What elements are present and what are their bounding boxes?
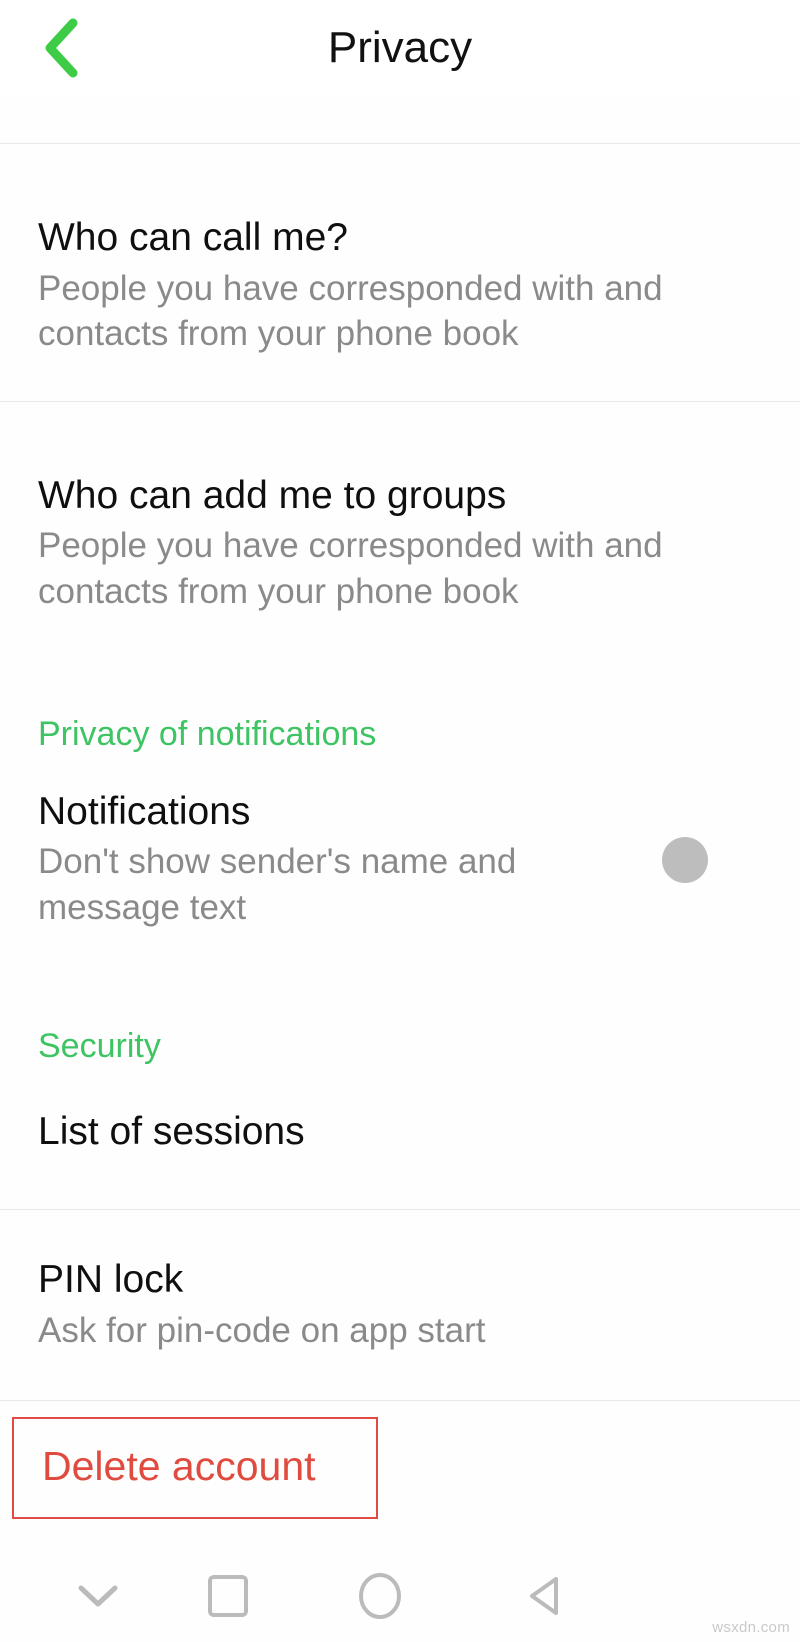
back-nav-button[interactable] — [504, 1555, 588, 1639]
notifications-toggle-knob[interactable] — [662, 837, 708, 884]
delete-account-container: Delete account — [0, 1401, 800, 1519]
page-title: Privacy — [327, 22, 473, 72]
chevron-left-icon — [40, 17, 82, 79]
chevron-down-icon — [76, 1581, 120, 1614]
watermark: wsxdn.com — [712, 1619, 790, 1636]
section-header-security: Security — [38, 1027, 161, 1066]
home-button[interactable] — [338, 1555, 422, 1639]
row-title: Notifications — [38, 789, 251, 833]
row-subtitle: People you have corresponded with and co… — [38, 526, 663, 611]
circle-icon — [358, 1572, 402, 1623]
list-item-who-can-add-me-to-groups[interactable]: Who can add me to groups People you have… — [0, 401, 800, 659]
section-header-privacy-of-notifications: Privacy of notifications — [38, 715, 377, 754]
list-item-who-can-call-me[interactable]: Who can call me? People you have corresp… — [0, 144, 800, 401]
square-icon — [207, 1574, 249, 1621]
row-title: Who can add me to groups — [38, 473, 507, 517]
settings-list: Blocked contacts Who can call me? People… — [0, 95, 800, 1519]
row-subtitle: Ask for pin-code on app start — [38, 1311, 486, 1351]
list-item-notifications[interactable]: Notifications Don't show sender's name a… — [0, 753, 800, 971]
row-text-block: Notifications Don't show sender's name a… — [38, 790, 642, 931]
row-subtitle: Don't show sender's name and message tex… — [38, 842, 517, 927]
list-item-blocked-contacts[interactable]: Blocked contacts — [0, 95, 800, 143]
list-item-pin-lock[interactable]: PIN lock Ask for pin-code on app start — [0, 1210, 800, 1400]
recents-button[interactable] — [186, 1555, 270, 1639]
triangle-left-icon — [523, 1573, 569, 1622]
app-header: Privacy — [0, 0, 800, 95]
back-button[interactable] — [28, 15, 94, 81]
row-title: PIN lock — [38, 1258, 184, 1302]
hide-keyboard-button[interactable] — [56, 1555, 140, 1639]
system-navigation-bar — [0, 1552, 800, 1642]
row-title: Who can call me? — [38, 216, 348, 259]
row-title: Blocked contacts — [38, 95, 333, 99]
row-subtitle: People you have corresponded with and co… — [38, 268, 663, 354]
row-title: List of sessions — [38, 1109, 305, 1153]
delete-account-button[interactable]: Delete account — [12, 1416, 378, 1519]
list-item-list-of-sessions[interactable]: List of sessions — [0, 1065, 800, 1210]
privacy-settings-screen: Privacy Blocked contacts Who can call me… — [0, 0, 800, 1642]
